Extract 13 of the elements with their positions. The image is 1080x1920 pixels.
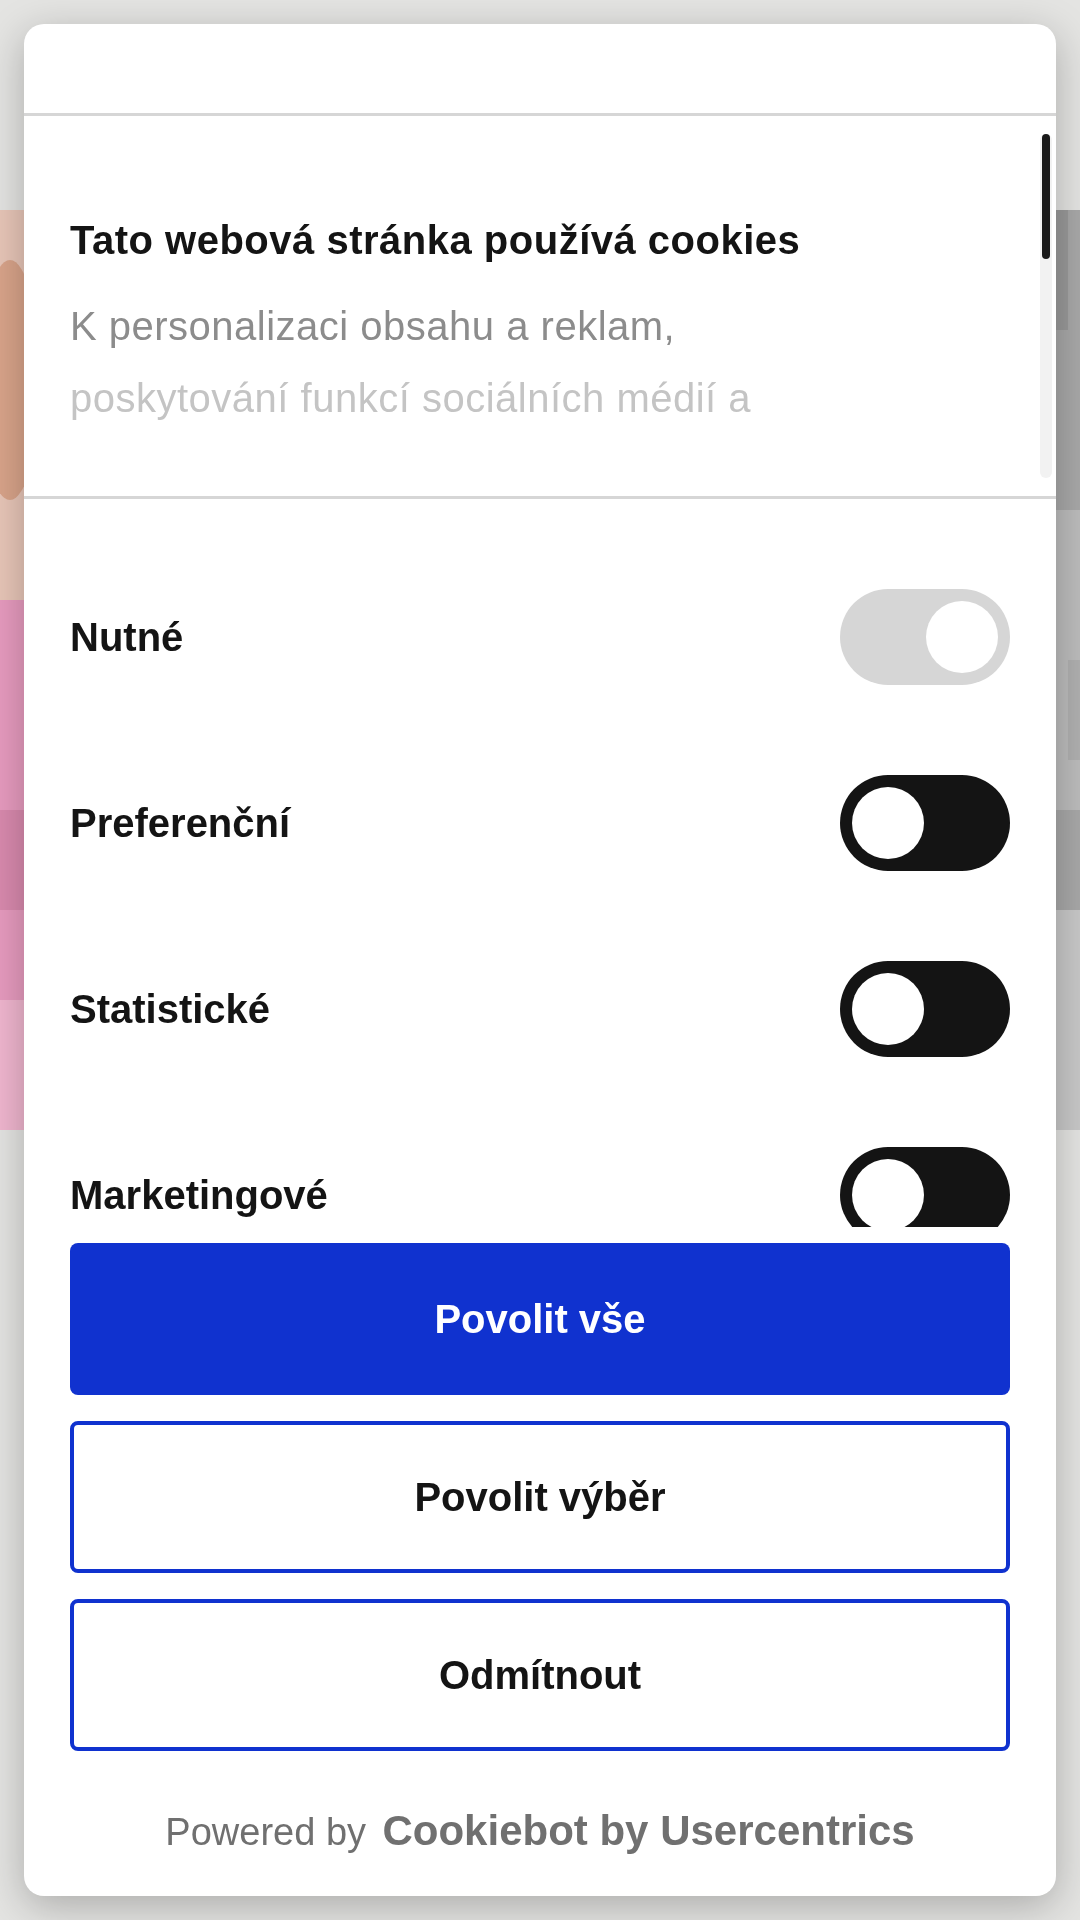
description-text: K personalizaci obsahu a reklam,: [70, 303, 677, 350]
description-text: poskytování funkcí sociálních médií a: [70, 375, 753, 422]
option-button[interactable]: Odmítnout: [70, 1599, 1010, 1751]
allow-all-button[interactable]: Povolit vše: [70, 1243, 1010, 1395]
category-label: Preferenční: [70, 800, 291, 847]
option-button[interactable]: Povolit výběr: [70, 1421, 1010, 1573]
category-label: Marketingové: [70, 1172, 328, 1219]
scrollbar[interactable]: [1040, 134, 1052, 478]
category-label: Statistické: [70, 986, 271, 1033]
dialog-title: Tato webová stránka používá cookies: [70, 217, 802, 264]
category-label: Nutné: [70, 614, 184, 661]
powered-by-text: Powered by Cookiebot by Usercentrics: [164, 1806, 916, 1856]
scrollbar-thumb[interactable]: [1042, 134, 1050, 259]
